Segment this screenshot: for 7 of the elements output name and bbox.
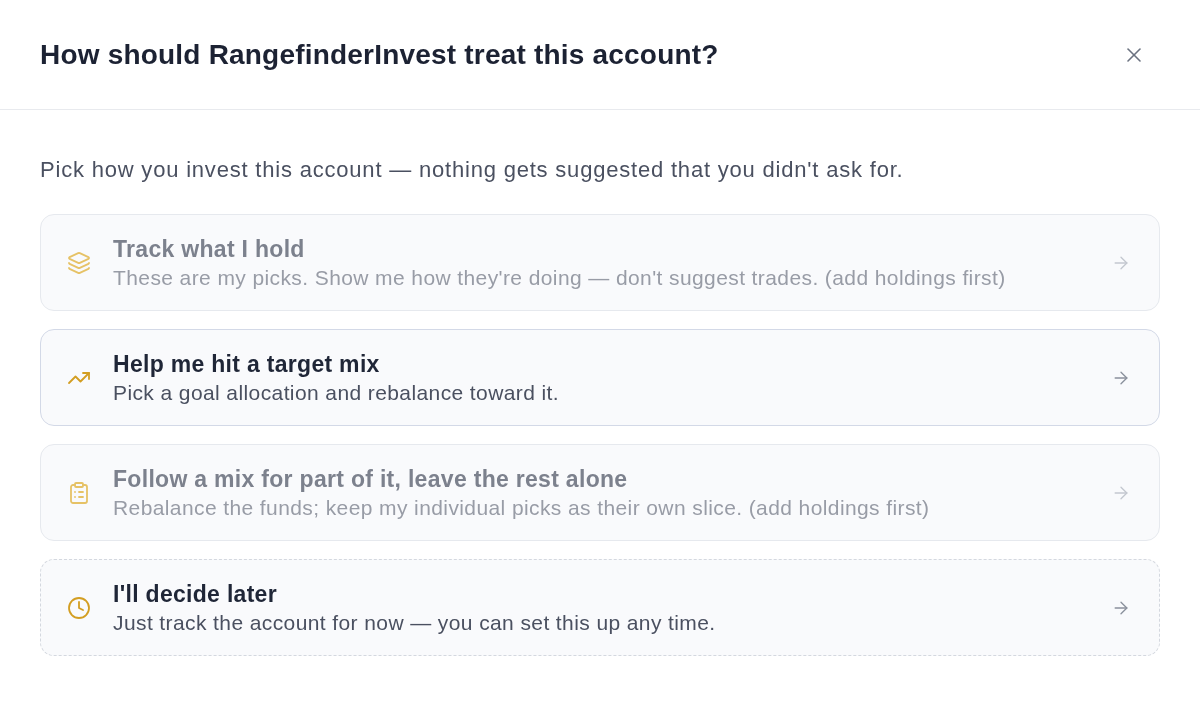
layers-icon [67,250,91,275]
option-card[interactable]: Help me hit a target mix Pick a goal allocation and rebalance toward it. [40,329,1160,426]
intro-text: Pick how you invest this account — nothing gets suggested that you didn't ask for. [40,156,905,184]
clipboard-list-icon [67,480,91,505]
clock-icon [67,595,91,620]
dialog-title: How should RangefinderInvest treat this account? [40,37,719,72]
option-card[interactable]: I'll decide later Just track the account for now — you can set this up any time. [40,559,1160,656]
